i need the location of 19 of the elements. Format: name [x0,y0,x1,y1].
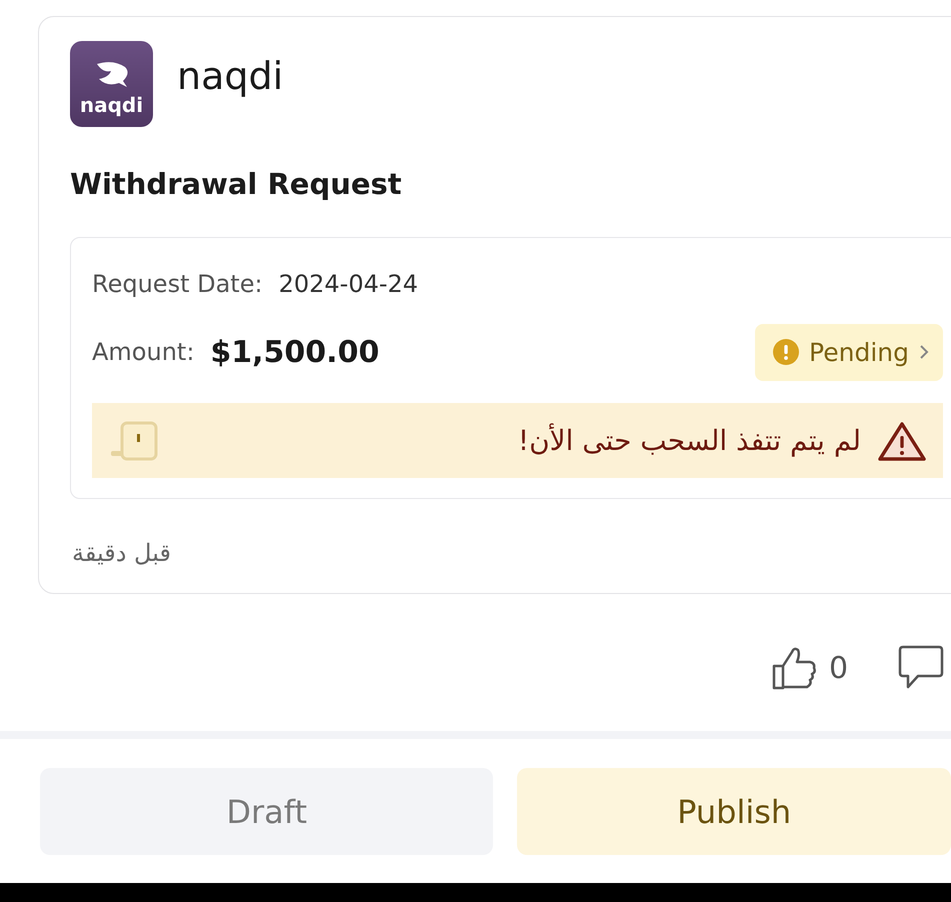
draft-button[interactable]: Draft [40,768,494,855]
request-date: 2024-04-24 [278,268,418,300]
date-label: Request Date: [92,268,263,300]
app-name: naqdi [177,57,284,100]
amount-value: $1,500.00 [210,334,380,372]
door-icon [110,420,158,460]
like-icon[interactable] [772,646,817,690]
post-title: Withdrawal Request [70,166,403,203]
publish-button[interactable]: Publish [517,768,951,855]
like-count: 0 [829,650,848,688]
comment-icon[interactable] [898,645,944,691]
post-time: قبل دقيقة [72,538,172,569]
logo-text: naqdi [80,95,144,115]
warning-text: لم يتم تتفذ السحب حتى الأن! [518,422,861,459]
warning-icon [877,420,927,462]
alert-icon [773,339,800,366]
chevron-icon [919,344,929,360]
status-button[interactable]: Pending [755,324,943,381]
amount-label: Amount: [92,337,194,368]
